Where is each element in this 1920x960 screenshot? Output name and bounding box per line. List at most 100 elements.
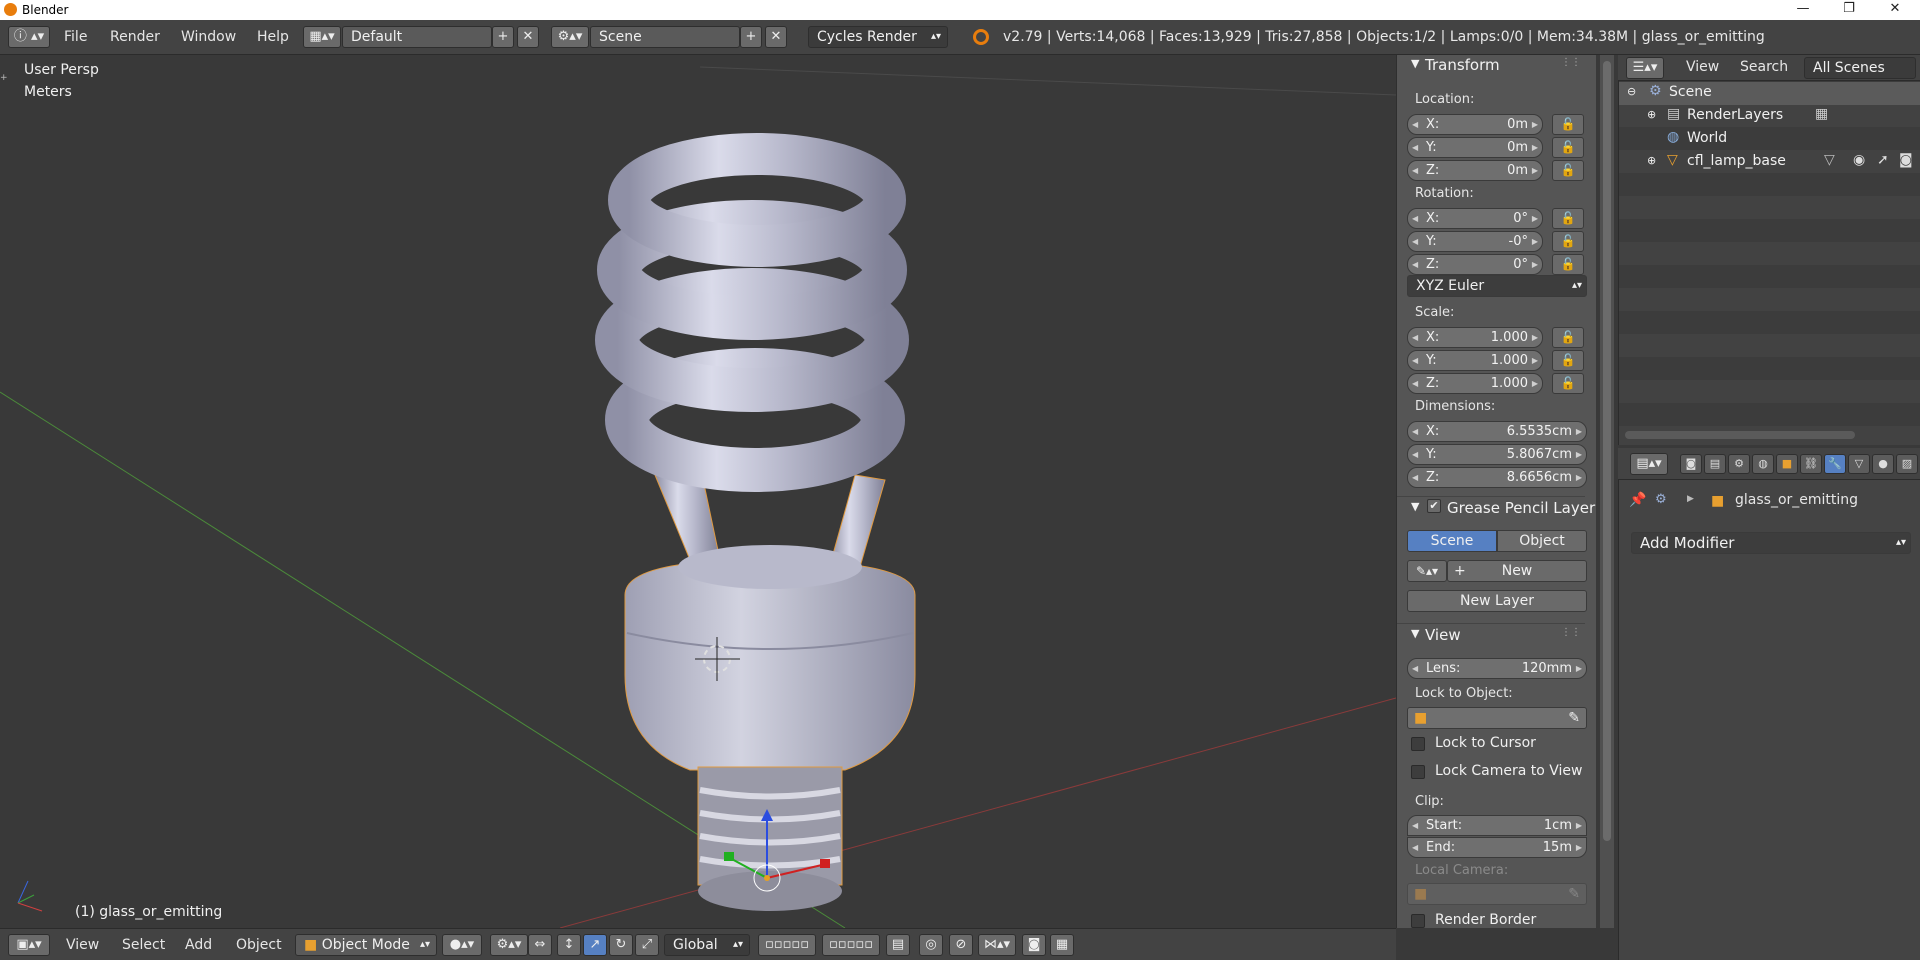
editor-type-properties-button[interactable]: ▤▴▾ bbox=[1630, 453, 1668, 475]
scale-lock-icon[interactable]: 🔓 bbox=[1552, 373, 1584, 394]
manipulator-toggle-icon[interactable]: ⇔ bbox=[528, 934, 552, 956]
restore-button[interactable]: ❐ bbox=[1826, 0, 1872, 20]
scale-mode-icon[interactable]: ⤢ bbox=[635, 934, 659, 956]
add-layout-icon[interactable]: + bbox=[492, 26, 514, 48]
minimize-button[interactable]: — bbox=[1780, 0, 1826, 20]
constraints-tab-icon[interactable]: ⛓ bbox=[1800, 454, 1822, 474]
menu-file[interactable]: File bbox=[64, 29, 87, 45]
location-y-field[interactable]: ◀ Y: 0m ▶ bbox=[1407, 137, 1543, 158]
view-panel-header[interactable]: ▼ View ⋮⋮ bbox=[1397, 623, 1585, 647]
lock-to-cursor-checkbox[interactable] bbox=[1411, 737, 1425, 751]
location-lock-icon[interactable]: 🔓 bbox=[1552, 160, 1584, 181]
expand-icon[interactable]: ⊕ bbox=[1647, 108, 1656, 121]
rotate-mode-icon[interactable]: ↻ bbox=[609, 934, 633, 956]
clip-start-field[interactable]: ◀ Start: 1cm ▶ bbox=[1407, 815, 1587, 836]
editor-type-3dview-button[interactable]: ▣▴▾ bbox=[8, 934, 50, 956]
scrollbar-thumb[interactable] bbox=[1603, 61, 1611, 841]
outliner-row-renderlayers[interactable]: ⊕ ▤ RenderLayers ▦ bbox=[1619, 105, 1920, 128]
dimensions-y-field[interactable]: ◀ Y: 5.8067cm ▶ bbox=[1407, 444, 1587, 465]
rotation-mode-select[interactable]: XYZ Euler ▴▾ bbox=[1407, 275, 1587, 297]
lock-camera-checkbox[interactable] bbox=[1411, 765, 1425, 779]
drag-grip-icon[interactable]: ⋮⋮ bbox=[1561, 57, 1581, 68]
eyedropper-icon[interactable]: ✎ bbox=[1568, 708, 1580, 728]
dimensions-x-field[interactable]: ◀ X: 6.5535cm ▶ bbox=[1407, 421, 1587, 442]
snap-toggle-icon[interactable]: ⊘ bbox=[949, 934, 973, 956]
render-animation-icon[interactable]: ▦ bbox=[1050, 934, 1074, 956]
grease-pencil-panel-header[interactable]: ▼ ✔ Grease Pencil Layer bbox=[1397, 496, 1595, 520]
menu-object[interactable]: Object bbox=[236, 937, 282, 953]
snap-element-button[interactable]: ⋈▴▾ bbox=[978, 934, 1016, 956]
location-lock-icon[interactable]: 🔓 bbox=[1552, 137, 1584, 158]
scene-tab-icon[interactable]: ⚙ bbox=[1728, 454, 1750, 474]
scale-lock-icon[interactable]: 🔓 bbox=[1552, 327, 1584, 348]
layer-buttons-2[interactable]: ▫▫▫▫▫ bbox=[822, 934, 880, 956]
transform-orientation-select[interactable]: Global ▴▾ bbox=[664, 934, 750, 956]
translate-mode-icon[interactable]: ↗ bbox=[583, 934, 607, 956]
outliner-menu-search[interactable]: Search bbox=[1740, 59, 1788, 75]
menu-add[interactable]: Add bbox=[185, 937, 212, 953]
rotation-x-field[interactable]: ◀ X: 0° ▶ bbox=[1407, 208, 1543, 229]
new-layer-button[interactable]: New Layer bbox=[1407, 590, 1587, 612]
outliner-row-scene[interactable]: ⊖ ⚙ Scene bbox=[1619, 82, 1920, 105]
remove-layout-icon[interactable]: ✕ bbox=[517, 26, 539, 48]
new-gpencil-button[interactable]: + New bbox=[1447, 560, 1587, 582]
location-lock-icon[interactable]: 🔓 bbox=[1552, 114, 1584, 135]
close-window-button[interactable]: ✕ bbox=[1872, 0, 1918, 20]
eye-icon[interactable]: ◉ bbox=[1853, 152, 1865, 168]
proportional-edit-icon[interactable]: ◎ bbox=[919, 934, 943, 956]
manipulator-x-arrow[interactable] bbox=[820, 859, 830, 868]
menu-select[interactable]: Select bbox=[122, 937, 165, 953]
layer-buttons-1[interactable]: ▫▫▫▫▫ bbox=[758, 934, 816, 956]
pivot-point-button[interactable]: ⚙▴▾ bbox=[490, 934, 528, 956]
render-border-checkbox[interactable] bbox=[1411, 914, 1425, 928]
collapse-icon[interactable]: ⊖ bbox=[1627, 85, 1636, 98]
object-tab-icon[interactable]: ■ bbox=[1776, 454, 1798, 474]
dimensions-z-field[interactable]: ◀ Z: 8.6656cm ▶ bbox=[1407, 467, 1587, 488]
rotation-lock-icon[interactable]: 🔓 bbox=[1552, 231, 1584, 252]
menu-render[interactable]: Render bbox=[110, 29, 160, 45]
location-x-field[interactable]: ◀ X: 0m ▶ bbox=[1407, 114, 1543, 135]
menu-view[interactable]: View bbox=[66, 937, 99, 953]
pin-icon[interactable]: 📌 bbox=[1629, 492, 1647, 508]
lock-object-field[interactable]: ■ ✎ bbox=[1407, 707, 1587, 729]
render-still-icon[interactable]: ◙ bbox=[1022, 934, 1046, 956]
menu-window[interactable]: Window bbox=[181, 29, 236, 45]
scale-y-field[interactable]: ◀ Y: 1.000 ▶ bbox=[1407, 350, 1543, 371]
remove-scene-icon[interactable]: ✕ bbox=[765, 26, 787, 48]
camera-render-icon[interactable]: ◙ bbox=[1899, 152, 1913, 168]
render-layers-tab-icon[interactable]: ▤ bbox=[1704, 454, 1726, 474]
properties-scrollbar[interactable] bbox=[1600, 55, 1614, 928]
material-tab-icon[interactable]: ● bbox=[1872, 454, 1894, 474]
outliner-display-mode-select[interactable]: All Scenes bbox=[1804, 57, 1916, 79]
scale-z-field[interactable]: ◀ Z: 1.000 ▶ bbox=[1407, 373, 1543, 394]
transform-panel-header[interactable]: ▼ Transform ⋮⋮ bbox=[1397, 55, 1585, 79]
location-z-field[interactable]: ◀ Z: 0m ▶ bbox=[1407, 160, 1543, 181]
grease-pencil-checkbox[interactable]: ✔ bbox=[1427, 499, 1441, 513]
menu-help[interactable]: Help bbox=[257, 29, 289, 45]
pencil-icon[interactable]: ✎▴▾ bbox=[1407, 560, 1447, 582]
lens-field[interactable]: ◀ Lens: 120mm ▶ bbox=[1407, 658, 1587, 679]
rotation-lock-icon[interactable]: 🔓 bbox=[1552, 208, 1584, 229]
outliner-hscrollbar[interactable] bbox=[1625, 431, 1855, 439]
outliner-menu-view[interactable]: View bbox=[1686, 59, 1719, 75]
screen-layout-field[interactable]: Default bbox=[342, 26, 492, 48]
3d-viewport[interactable]: + User Persp Meters (1) glass_or_emittin… bbox=[0, 55, 1396, 928]
data-tab-icon[interactable]: ▽ bbox=[1848, 454, 1870, 474]
expand-toolshelf-icon[interactable]: + bbox=[0, 73, 12, 85]
rotation-z-field[interactable]: ◀ Z: 0° ▶ bbox=[1407, 254, 1543, 275]
drag-grip-icon[interactable]: ⋮⋮ bbox=[1561, 627, 1581, 638]
render-engine-select[interactable]: Cycles Render ▴▾ bbox=[808, 26, 948, 48]
editor-type-info-button[interactable]: ⓘ ▴▾ bbox=[8, 26, 50, 48]
scene-field[interactable]: Scene bbox=[590, 26, 740, 48]
screen-layout-icon[interactable]: ▦▴▾ bbox=[303, 26, 341, 48]
manipulator-y-arrow[interactable] bbox=[724, 852, 734, 861]
scene-icon[interactable]: ⚙▴▾ bbox=[551, 26, 589, 48]
outliner-row-world[interactable]: ◍ World bbox=[1619, 128, 1920, 151]
rotation-lock-icon[interactable]: 🔓 bbox=[1552, 254, 1584, 275]
add-modifier-select[interactable]: Add Modifier ▴▾ bbox=[1631, 532, 1911, 554]
world-tab-icon[interactable]: ◍ bbox=[1752, 454, 1774, 474]
rotation-y-field[interactable]: ◀ Y: -0° ▶ bbox=[1407, 231, 1543, 252]
expand-icon[interactable]: ⊕ bbox=[1647, 154, 1656, 167]
scene-tab[interactable]: Scene bbox=[1407, 530, 1497, 552]
add-scene-icon[interactable]: + bbox=[740, 26, 762, 48]
